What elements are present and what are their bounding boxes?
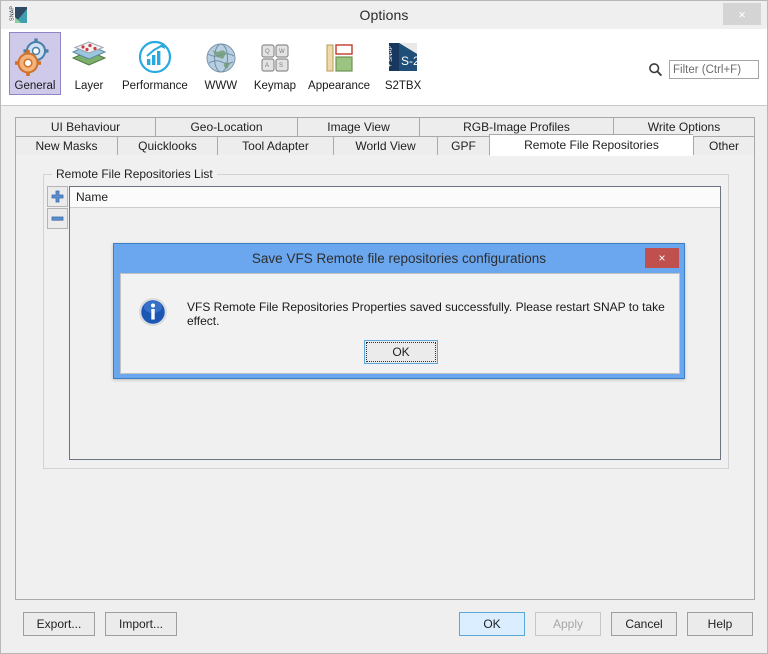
cancel-button[interactable]: Cancel — [611, 612, 677, 636]
window-close-button[interactable]: × — [723, 3, 761, 25]
appearance-icon — [318, 37, 360, 79]
performance-icon — [134, 37, 176, 79]
ok-button[interactable]: OK — [459, 612, 525, 636]
category-label: Appearance — [308, 80, 371, 92]
dialog-close-button[interactable]: × — [645, 248, 679, 268]
tab-ui-behaviour[interactable]: UI Behaviour — [15, 117, 155, 137]
tab-remote-file-repositories[interactable]: Remote File Repositories — [489, 134, 693, 156]
tab-tool-adapter[interactable]: Tool Adapter — [217, 136, 333, 156]
options-window: SNAP Options × General Layer Performance… — [0, 0, 768, 654]
dialog-message-row: VFS Remote File Repositories Properties … — [137, 296, 679, 331]
s2tbx-icon: + SNAP S-2 — [382, 37, 424, 79]
category-general[interactable]: General — [9, 32, 61, 95]
category-label: WWW — [204, 80, 238, 92]
svg-text:Q: Q — [265, 49, 270, 55]
layers-icon — [68, 37, 110, 79]
plus-icon — [51, 190, 64, 203]
globe-icon — [200, 37, 242, 79]
category-list: General Layer Performance WWW Q W A S Ke… — [9, 32, 431, 95]
svg-text:W: W — [279, 49, 285, 55]
category-toolbar: General Layer Performance WWW Q W A S Ke… — [1, 29, 767, 106]
category-www[interactable]: WWW — [195, 32, 247, 95]
group-title: Remote File Repositories List — [52, 167, 217, 181]
save-confirmation-dialog: Save VFS Remote file repositories config… — [113, 243, 685, 379]
footer-buttons: Export... Import... OK Apply Cancel Help — [15, 602, 755, 646]
category-performance[interactable]: Performance — [117, 32, 193, 95]
category-label: S2TBX — [384, 80, 422, 92]
tab-row-2: New Masks Quicklooks Tool Adapter World … — [15, 134, 755, 156]
search-input[interactable] — [669, 60, 759, 79]
tab-new-masks[interactable]: New Masks — [15, 136, 117, 156]
svg-text:S: S — [279, 63, 283, 69]
svg-text:SNAP: SNAP — [9, 6, 15, 21]
category-keymap[interactable]: Q W A S Keymap — [249, 32, 301, 95]
dialog-body: VFS Remote File Repositories Properties … — [120, 273, 680, 374]
svg-text:+ SNAP: + SNAP — [388, 45, 394, 67]
export-button[interactable]: Export... — [23, 612, 95, 636]
keyboard-icon: Q W A S — [254, 37, 296, 79]
window-title: Options — [359, 7, 409, 23]
apply-button: Apply — [535, 612, 601, 636]
help-button[interactable]: Help — [687, 612, 753, 636]
tab-image-view[interactable]: Image View — [297, 117, 419, 137]
filter-area — [648, 60, 759, 79]
svg-text:A: A — [265, 63, 269, 69]
tab-quicklooks[interactable]: Quicklooks — [117, 136, 217, 156]
category-label: General — [14, 80, 56, 92]
info-icon — [137, 296, 169, 331]
svg-text:S-2: S-2 — [401, 54, 420, 68]
category-label: Layer — [74, 80, 104, 92]
column-name: Name — [76, 190, 109, 204]
search-icon — [648, 62, 663, 77]
tab-gpf[interactable]: GPF — [437, 136, 489, 156]
category-label: Keymap — [253, 80, 297, 92]
tab-bar: UI Behaviour Geo-Location Image View RGB… — [15, 117, 755, 156]
list-column-header[interactable]: Name — [70, 187, 720, 208]
snap-logo-icon: SNAP — [9, 5, 29, 25]
dialog-message: VFS Remote File Repositories Properties … — [187, 299, 665, 328]
category-s2tbx[interactable]: + SNAP S-2 S2TBX — [377, 32, 429, 95]
tab-geo-location[interactable]: Geo-Location — [155, 117, 297, 137]
dialog-titlebar: Save VFS Remote file repositories config… — [114, 244, 684, 272]
category-appearance[interactable]: Appearance — [303, 32, 375, 95]
import-button[interactable]: Import... — [105, 612, 177, 636]
footer-left-group: Export... Import... — [23, 612, 177, 636]
list-side-buttons — [47, 186, 69, 230]
footer-right-group: OK Apply Cancel Help — [459, 612, 753, 636]
dialog-title: Save VFS Remote file repositories config… — [251, 250, 547, 266]
add-repository-button[interactable] — [47, 186, 68, 207]
gears-icon — [14, 37, 56, 79]
tab-world-view[interactable]: World View — [333, 136, 437, 156]
remove-repository-button[interactable] — [47, 208, 68, 229]
minus-icon — [51, 216, 64, 221]
dialog-ok-row: OK — [121, 340, 681, 364]
dialog-ok-button[interactable]: OK — [364, 340, 438, 364]
category-label: Performance — [122, 80, 188, 92]
window-titlebar: SNAP Options × — [1, 1, 767, 29]
category-layer[interactable]: Layer — [63, 32, 115, 95]
tab-other[interactable]: Other — [693, 136, 755, 156]
